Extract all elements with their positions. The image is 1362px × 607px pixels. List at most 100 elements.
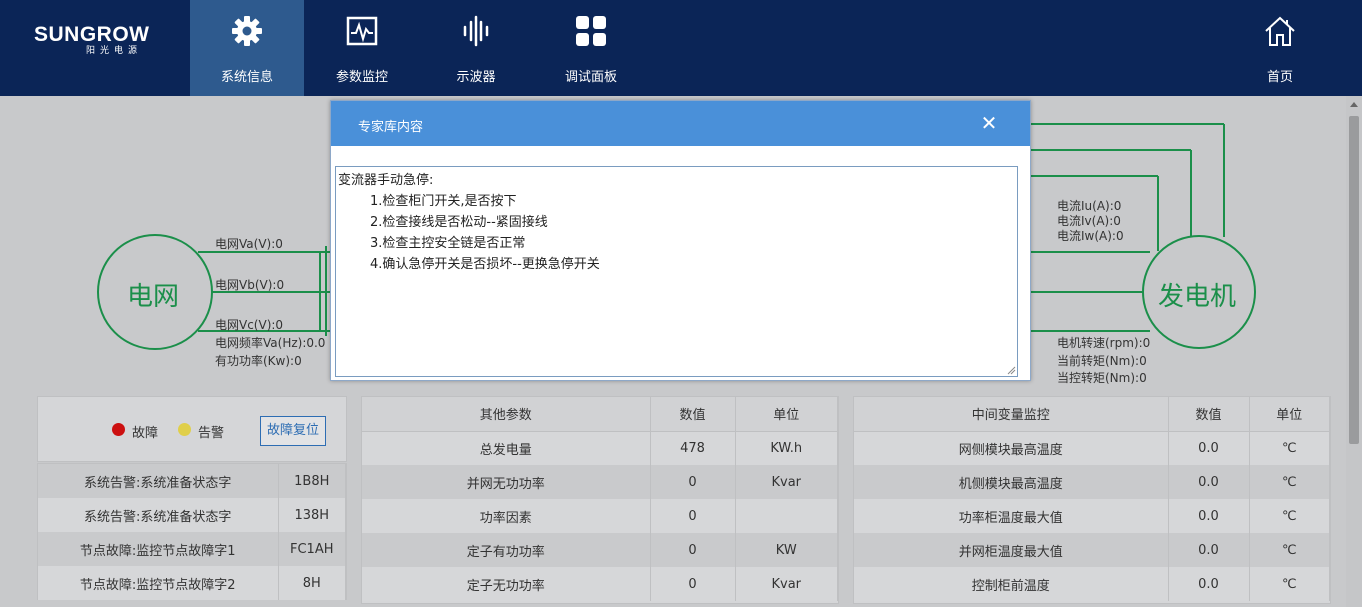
resize-grip-icon[interactable] <box>1006 365 1016 375</box>
table-row: 机侧模块最高温度 0.0 ℃ <box>854 465 1330 499</box>
dialog-title: 专家库内容 <box>358 120 424 135</box>
param-name: 定子有功功率 <box>362 533 651 567</box>
var-unit: ℃ <box>1249 567 1330 601</box>
expert-content-textarea[interactable]: 变流器手动急停: 1.检查柜门开关,是否按下 2.检查接线是否松动--紧固接线 … <box>335 166 1018 377</box>
top-nav-bar: SUNGROW 阳光电源 系统信息 参数监控 示波器 调试面板 首页 <box>0 0 1362 96</box>
nav-label: 系统信息 <box>220 70 273 85</box>
status-name: 节点故障:监控节点故障字2 <box>38 566 279 600</box>
table-row: 定子无功功率 0 Kvar <box>362 567 838 601</box>
fault-reset-button[interactable]: 故障复位 <box>260 416 326 446</box>
active-power-readout: 有功功率(Kw):0 <box>215 354 302 368</box>
var-name: 网侧模块最高温度 <box>854 431 1169 465</box>
param-name: 总发电量 <box>362 431 651 465</box>
column-header: 其他参数 <box>362 397 651 432</box>
intermediate-vars-table: 中间变量监控 数值 单位 网侧模块最高温度 0.0 ℃ 机侧模块最高温度 0.0… <box>854 397 1330 601</box>
nav-item-home[interactable]: 首页 <box>1236 0 1324 96</box>
param-value: 478 <box>650 431 736 465</box>
page-scrollbar[interactable] <box>1346 96 1362 607</box>
column-header: 单位 <box>735 397 838 432</box>
table-row: 网侧模块最高温度 0.0 ℃ <box>854 431 1330 465</box>
status-name: 系统告警:系统准备状态字 <box>38 464 279 498</box>
table-row: 并网柜温度最大值 0.0 ℃ <box>854 533 1330 567</box>
param-value: 0 <box>650 499 736 533</box>
param-value: 0 <box>650 465 736 499</box>
status-value: 1B8H <box>278 464 346 498</box>
control-torque-readout: 当控转矩(Nm):0 <box>1057 371 1147 385</box>
fault-label: 故障 <box>132 426 159 441</box>
alarm-label: 告警 <box>198 426 225 441</box>
fault-legend-panel: 故障 告警 故障复位 <box>37 396 347 462</box>
param-unit <box>735 499 838 533</box>
param-unit: KW <box>735 533 838 567</box>
gear-icon <box>232 16 262 46</box>
table-row: 总发电量 478 KW.h <box>362 431 838 465</box>
var-name: 机侧模块最高温度 <box>854 465 1169 499</box>
nav-item-oscilloscope[interactable]: 示波器 <box>420 0 532 96</box>
status-value: FC1AH <box>278 532 346 566</box>
var-name: 功率柜温度最大值 <box>854 499 1169 533</box>
table-row: 系统告警:系统准备状态字 1B8H <box>38 464 346 498</box>
status-table: 系统告警:系统准备状态字 1B8H 系统告警:系统准备状态字 138H 节点故障… <box>38 464 346 600</box>
motor-speed-readout: 电机转速(rpm):0 <box>1057 336 1151 350</box>
sungrow-logo: SUNGROW 阳光电源 <box>34 24 150 57</box>
param-unit: Kvar <box>735 567 838 601</box>
front-torque-readout: 当前转矩(Nm):0 <box>1057 354 1147 368</box>
nav-item-debug-panel[interactable]: 调试面板 <box>532 0 650 96</box>
nav-label: 示波器 <box>456 70 496 85</box>
table-row: 定子有功功率 0 KW <box>362 533 838 567</box>
monitor-chart-icon <box>346 16 378 46</box>
grid-vb-readout: 电网Vb(V):0 <box>215 278 285 292</box>
nav-label: 调试面板 <box>564 70 617 85</box>
table-header-row: 中间变量监控 数值 单位 <box>854 397 1330 432</box>
other-params-panel: 其他参数 数值 单位 总发电量 478 KW.h 并网无功功率 0 Kvar 功… <box>361 396 839 604</box>
param-value: 0 <box>650 567 736 601</box>
intermediate-vars-panel: 中间变量监控 数值 单位 网侧模块最高温度 0.0 ℃ 机侧模块最高温度 0.0… <box>853 396 1331 604</box>
param-name: 功率因素 <box>362 499 651 533</box>
var-value: 0.0 <box>1168 431 1250 465</box>
expert-library-dialog: 专家库内容 ✕ 变流器手动急停: 1.检查柜门开关,是否按下 2.检查接线是否松… <box>330 100 1031 381</box>
status-name: 节点故障:监控节点故障字1 <box>38 532 279 566</box>
var-unit: ℃ <box>1249 431 1330 465</box>
table-row: 并网无功功率 0 Kvar <box>362 465 838 499</box>
column-header: 数值 <box>650 397 736 432</box>
home-icon <box>1265 16 1295 46</box>
var-value: 0.0 <box>1168 465 1250 499</box>
grid-label: 电网 <box>127 282 180 312</box>
scroll-up-arrow-icon[interactable] <box>1350 102 1358 107</box>
table-row: 功率柜温度最大值 0.0 ℃ <box>854 499 1330 533</box>
var-unit: ℃ <box>1249 533 1330 567</box>
table-header-row: 其他参数 数值 单位 <box>362 397 838 432</box>
table-row: 节点故障:监控节点故障字1 FC1AH <box>38 532 346 566</box>
table-row: 控制柜前温度 0.0 ℃ <box>854 567 1330 601</box>
var-name: 并网柜温度最大值 <box>854 533 1169 567</box>
var-unit: ℃ <box>1249 499 1330 533</box>
status-name: 系统告警:系统准备状态字 <box>38 498 279 532</box>
content-step: 3.检查主控安全链是否正常 <box>370 236 526 251</box>
content-heading: 变流器手动急停: <box>338 173 434 188</box>
generator-label: 发电机 <box>1158 282 1237 312</box>
other-params-table: 其他参数 数值 单位 总发电量 478 KW.h 并网无功功率 0 Kvar 功… <box>362 397 838 601</box>
waveform-icon <box>463 15 489 47</box>
nav-item-system-info[interactable]: 系统信息 <box>190 0 304 96</box>
var-value: 0.0 <box>1168 533 1250 567</box>
param-unit: Kvar <box>735 465 838 499</box>
scrollbar-thumb[interactable] <box>1349 116 1359 444</box>
status-table-panel: 系统告警:系统准备状态字 1B8H 系统告警:系统准备状态字 138H 节点故障… <box>37 463 347 600</box>
close-icon[interactable]: ✕ <box>978 112 1000 134</box>
table-row: 系统告警:系统准备状态字 138H <box>38 498 346 532</box>
var-value: 0.0 <box>1168 499 1250 533</box>
content-step: 2.检查接线是否松动--紧固接线 <box>370 215 548 230</box>
column-header: 中间变量监控 <box>854 397 1169 432</box>
grid-panel-icon <box>576 16 606 46</box>
var-value: 0.0 <box>1168 567 1250 601</box>
status-value: 8H <box>278 566 346 600</box>
nav-item-param-monitor[interactable]: 参数监控 <box>304 0 420 96</box>
content-step: 4.确认急停开关是否损坏--更换急停开关 <box>370 257 600 272</box>
grid-frequency-readout: 电网频率Va(Hz):0.0 <box>215 336 326 350</box>
nav-label: 参数监控 <box>335 70 388 85</box>
fault-dot-icon <box>112 423 125 436</box>
param-name: 定子无功功率 <box>362 567 651 601</box>
alarm-dot-icon <box>178 423 191 436</box>
param-name: 并网无功功率 <box>362 465 651 499</box>
var-name: 控制柜前温度 <box>854 567 1169 601</box>
